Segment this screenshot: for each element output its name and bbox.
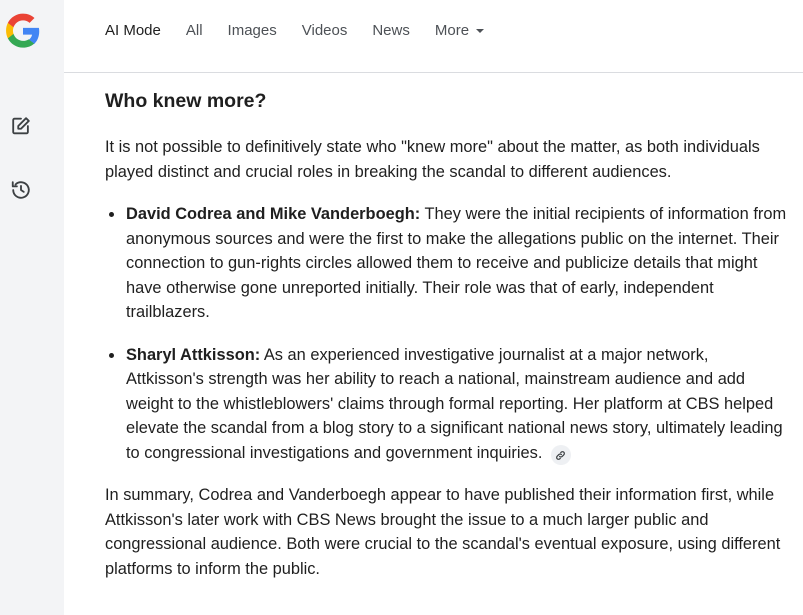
edit-icon: [12, 117, 30, 135]
bullet-title: Sharyl Attkisson:: [126, 345, 261, 364]
bullet-title: David Codrea and Mike Vanderboegh:: [126, 205, 421, 223]
history-button[interactable]: [7, 176, 35, 204]
list-item: David Codrea and Mike Vanderboegh: They …: [109, 202, 789, 325]
tab-label: AI Mode: [105, 22, 161, 39]
ai-mode-page: AI Mode All Images Videos News More Who …: [0, 0, 803, 615]
list-item: Sharyl Attkisson: As an experienced inve…: [109, 343, 789, 465]
google-logo[interactable]: [4, 12, 42, 50]
tab-all[interactable]: All: [186, 22, 203, 39]
tab-images[interactable]: Images: [228, 22, 277, 39]
answer-heading: Who knew more?: [105, 90, 267, 112]
tab-videos[interactable]: Videos: [302, 22, 348, 39]
dropdown-caret-icon: [476, 29, 485, 33]
answer-summary: In summary, Codrea and Vanderboegh appea…: [105, 486, 781, 578]
tab-news[interactable]: News: [372, 22, 410, 39]
new-chat-button[interactable]: [7, 112, 35, 140]
answer-bullet-list: David Codrea and Mike Vanderboegh: They …: [105, 202, 789, 465]
tab-label: Videos: [301, 22, 348, 39]
tab-more[interactable]: More: [434, 22, 485, 39]
tab-ai-mode[interactable]: AI Mode: [105, 22, 161, 39]
answer-intro: It is not possible to definitively state…: [105, 138, 760, 181]
ai-answer: Who knew more? It is not possible to def…: [105, 88, 789, 581]
history-icon: [11, 181, 30, 199]
left-rail: [0, 0, 64, 615]
tab-label: Images: [227, 22, 277, 39]
tab-label: More: [434, 22, 470, 39]
search-tabs: AI Mode All Images Videos News More: [105, 22, 509, 39]
search-tabs-bar: AI Mode All Images Videos News More: [64, 0, 803, 73]
tab-label: All: [185, 22, 203, 39]
link-icon: [556, 450, 566, 460]
tab-label: News: [372, 22, 410, 39]
source-link-button[interactable]: [550, 445, 571, 465]
